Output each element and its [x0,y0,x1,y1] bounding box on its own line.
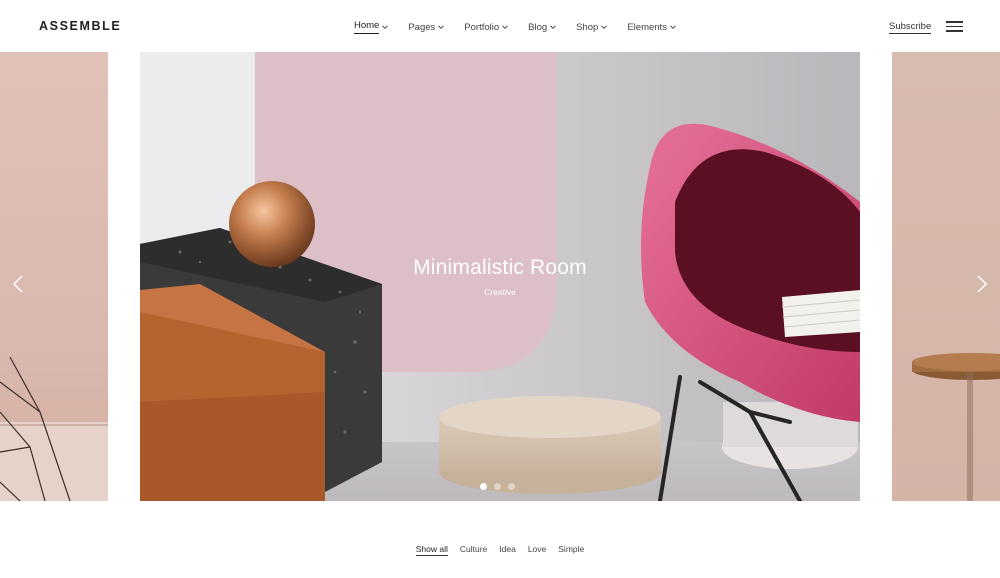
chevron-down-icon [382,25,389,30]
nav-label: Blog [528,21,548,33]
slide-category[interactable]: Creative [140,287,860,297]
nav-item-pages[interactable]: Pages [408,20,445,34]
nav-label: Shop [576,21,599,33]
main-nav: Home Pages Portfolio Blog Shop Elements [354,20,696,34]
portfolio-filters: Show all Culture Idea Love Simple [0,544,1000,556]
chevron-right-icon[interactable] [975,273,989,295]
filter-culture[interactable]: Culture [460,544,487,556]
chevron-down-icon [502,25,508,30]
hamburger-icon[interactable] [946,21,963,32]
filter-love[interactable]: Love [528,544,546,556]
site-header: ASSEMBLE Home Pages Portfolio Blog Shop … [0,0,1000,52]
nav-item-portfolio[interactable]: Portfolio [464,20,509,34]
filter-simple[interactable]: Simple [558,544,584,556]
nav-label: Home [354,20,380,34]
site-logo[interactable]: ASSEMBLE [39,19,121,33]
slider-dot[interactable] [508,483,515,490]
nav-item-home[interactable]: Home [354,20,389,34]
chevron-down-icon [601,25,608,30]
chevron-down-icon [550,25,557,30]
nav-label: Pages [408,21,436,33]
filter-idea[interactable]: Idea [499,544,516,556]
nav-item-shop[interactable]: Shop [576,20,608,34]
slider-dot[interactable] [494,483,501,490]
slider-pagination [480,483,515,490]
nav-item-blog[interactable]: Blog [528,20,557,34]
chevron-down-icon [438,25,445,30]
chevron-left-icon[interactable] [11,273,25,295]
slide-title[interactable]: Minimalistic Room [140,256,860,280]
nav-label: Elements [627,21,667,33]
nav-item-elements[interactable]: Elements [627,20,677,34]
subscribe-link[interactable]: Subscribe [889,21,932,34]
filter-show-all[interactable]: Show all [415,544,448,556]
chevron-down-icon [670,25,676,30]
nav-label: Portfolio [464,21,500,33]
slider-dot[interactable] [480,483,487,490]
hero-slide[interactable]: Minimalistic Room Creative [140,52,860,501]
